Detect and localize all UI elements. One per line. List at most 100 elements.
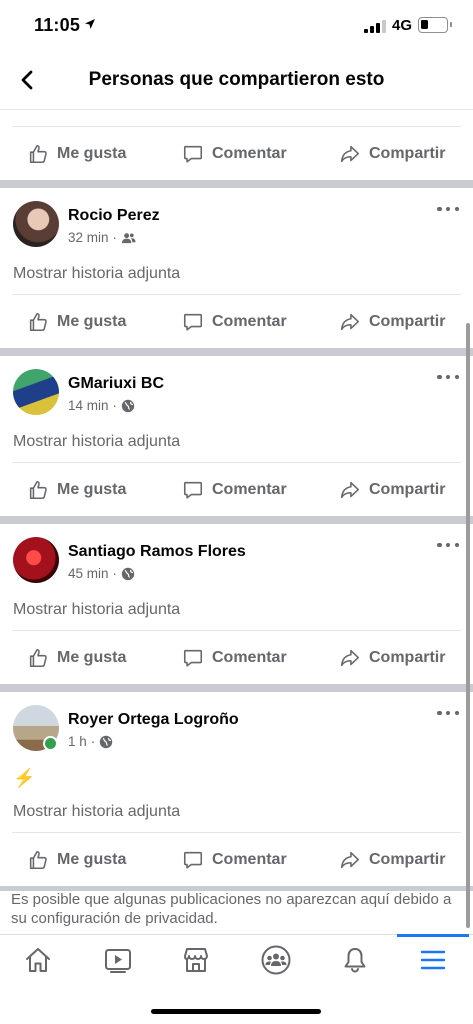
post-time: 14 min [68,398,109,413]
show-attached-story[interactable]: Mostrar historia adjunta [0,802,473,832]
show-attached-story[interactable]: Mostrar historia adjunta [0,264,473,294]
thumbs-up-icon [29,312,47,332]
like-label: Me gusta [57,649,127,666]
comment-button[interactable]: Comentar [182,127,287,181]
post-action-bar: Me gusta Comentar Compartir [12,462,461,516]
comment-button[interactable]: Comentar [182,295,287,349]
battery-icon [418,17,452,33]
friends-icon [121,232,136,243]
share-label: Compartir [369,313,446,330]
scrollbar[interactable] [466,323,470,928]
avatar[interactable] [13,369,59,415]
post-action-bar: Me gusta Comentar Compartir [12,630,461,684]
shared-post: GMariuxi BC 14 min · Mostrar historia adj… [0,356,473,516]
post-separator [0,180,473,188]
like-label: Me gusta [57,851,127,868]
like-label: Me gusta [57,481,127,498]
more-options-button[interactable] [437,538,459,552]
comment-label: Comentar [212,145,287,162]
post-action-bar: Me gusta Comentar Compartir [12,294,461,348]
cellular-signal-icon [364,19,386,33]
author-name[interactable]: Royer Ortega Logroño [68,711,239,729]
globe-icon [121,399,135,412]
like-button[interactable]: Me gusta [27,463,126,517]
comment-button[interactable]: Comentar [182,631,287,685]
share-arrow-icon [340,145,360,163]
shared-post: Royer Ortega Logroño 1 h · ⚡ Mostrar hist… [0,692,473,886]
comment-icon [183,313,203,331]
online-status-badge [43,736,58,751]
tab-notifications[interactable] [335,943,375,977]
share-label: Compartir [369,851,446,868]
post-separator [0,516,473,524]
post-meta: 32 min · [68,230,136,245]
thumbs-up-icon [29,144,47,164]
comment-label: Comentar [212,649,287,666]
privacy-note: Es posible que algunas publicaciones no … [11,891,452,927]
post-separator [0,348,473,356]
like-label: Me gusta [57,313,127,330]
more-options-button[interactable] [437,370,459,384]
tab-home[interactable] [18,943,58,977]
comment-icon [183,851,203,869]
like-button[interactable]: Me gusta [27,631,126,685]
tab-marketplace[interactable] [176,943,216,977]
comment-label: Comentar [212,313,287,330]
marketplace-icon [184,948,208,972]
post-action-bar: Me gusta Comentar Compartir [12,126,461,180]
comment-icon [183,481,203,499]
home-indicator[interactable] [151,1009,321,1014]
share-label: Compartir [369,481,446,498]
share-button[interactable]: Compartir [339,631,445,685]
more-options-button[interactable] [437,706,459,720]
tab-groups[interactable] [256,943,296,977]
active-tab-indicator [397,934,469,937]
like-button[interactable]: Me gusta [27,127,126,181]
comment-icon [183,649,203,667]
post-time: 1 h [68,734,87,749]
status-bar: 11:05 4G [0,0,473,52]
like-button[interactable]: Me gusta [27,295,126,349]
avatar[interactable] [13,201,59,247]
groups-icon [261,945,291,975]
author-name[interactable]: Rocio Perez [68,207,160,225]
share-button[interactable]: Compartir [339,295,445,349]
more-options-button[interactable] [437,202,459,216]
comment-button[interactable]: Comentar [182,463,287,517]
network-type: 4G [392,17,413,34]
share-label: Compartir [369,649,446,666]
post-action-bar: Me gusta Comentar Compartir [12,832,461,886]
status-time: 11:05 [34,15,81,35]
share-arrow-icon [340,313,360,331]
comment-icon [183,145,203,163]
notifications-icon [344,948,366,973]
show-attached-story[interactable]: Mostrar historia adjunta [0,600,473,630]
share-button[interactable]: Compartir [339,463,445,517]
share-button[interactable]: Compartir [339,127,445,181]
shared-post: Santiago Ramos Flores 45 min · Mostrar hi… [0,524,473,684]
author-name[interactable]: GMariuxi BC [68,375,164,393]
avatar[interactable] [13,537,59,583]
location-arrow-icon [85,19,95,29]
thumbs-up-icon [29,480,47,500]
share-arrow-icon [340,851,360,869]
post-separator [0,684,473,692]
share-label: Compartir [369,145,446,162]
globe-icon [100,735,113,748]
share-arrow-icon [340,481,360,499]
share-button[interactable]: Compartir [339,833,445,887]
menu-icon [420,950,446,970]
show-attached-story[interactable]: Mostrar historia adjunta [0,432,473,462]
comment-label: Comentar [212,851,287,868]
author-name[interactable]: Santiago Ramos Flores [68,543,246,561]
post-text-emoji: ⚡ [13,768,36,788]
tab-video[interactable] [98,943,138,977]
thumbs-up-icon [29,850,47,870]
share-arrow-icon [340,649,360,667]
post-partial: Me gusta Comentar Compartir [0,110,473,180]
video-icon [105,949,131,973]
comment-button[interactable]: Comentar [182,833,287,887]
home-icon [26,948,50,972]
like-button[interactable]: Me gusta [27,833,126,887]
tab-menu[interactable] [413,943,453,977]
